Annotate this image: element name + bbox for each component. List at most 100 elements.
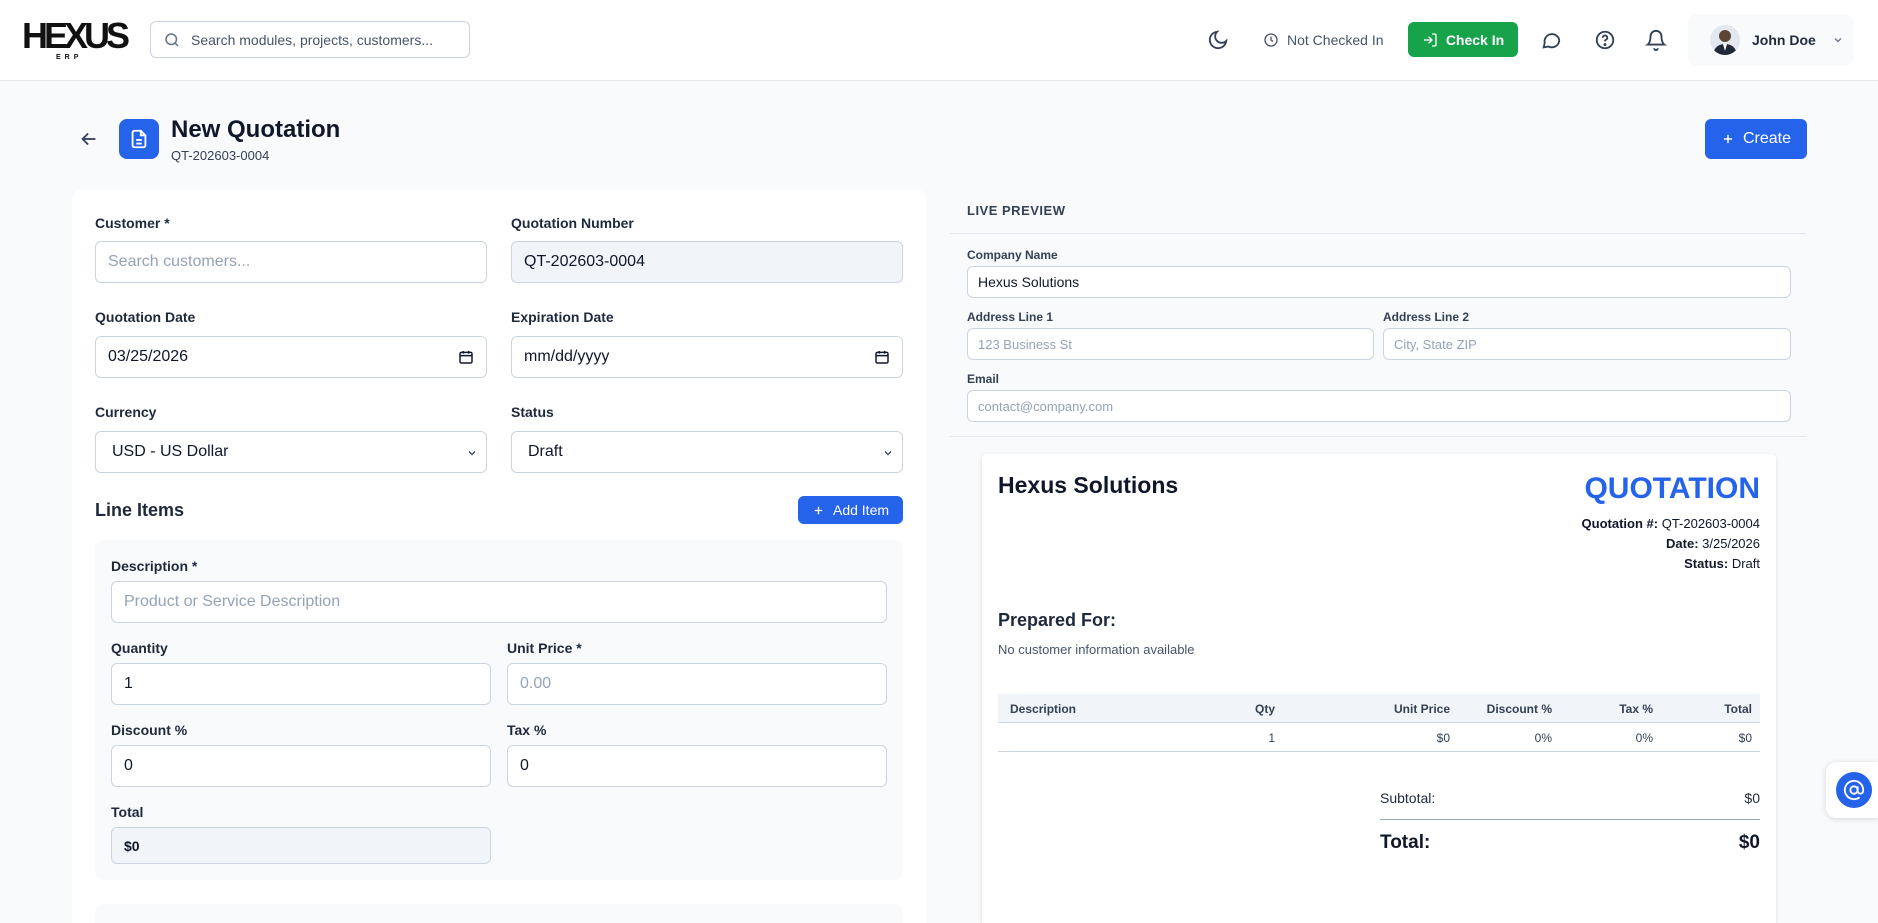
logo-text: HEXUS: [22, 15, 130, 56]
col-total: Total: [1724, 702, 1752, 716]
line-item-card-2: [95, 904, 903, 923]
total-value: $0: [1738, 832, 1760, 853]
check-status-text: Not Checked In: [1287, 32, 1384, 48]
create-label: Create: [1742, 130, 1792, 147]
chevron-down-icon: [884, 451, 892, 456]
quotation-date-label: Quotation Date: [95, 309, 196, 325]
subtotal-value: $0: [1744, 790, 1760, 806]
status-label: Status: [511, 404, 554, 420]
currency-select[interactable]: USD - US Dollar: [95, 431, 487, 473]
cell-total: $0: [1738, 731, 1752, 745]
calendar-icon[interactable]: [458, 349, 474, 365]
calendar-icon[interactable]: [874, 349, 890, 365]
expiration-date-label: Expiration Date: [511, 309, 614, 325]
tax-label: Tax %: [507, 722, 547, 738]
quotation-number-field: QT-202603-0004: [511, 241, 903, 283]
doc-date: Date: 3/25/2026: [1666, 536, 1760, 551]
company-name-label: Company Name: [967, 248, 1058, 262]
email-label: Email: [967, 372, 1000, 386]
add-item-button[interactable]: Add Item: [798, 496, 903, 524]
line-items-title: Line Items: [95, 500, 185, 520]
tax-field[interactable]: 0: [507, 745, 887, 787]
quantity-field[interactable]: 1: [111, 663, 491, 705]
unit-price-field[interactable]: 0.00: [507, 663, 887, 705]
page-subtitle: QT-202603-0004: [171, 148, 270, 163]
add-item-label: Add Item: [832, 502, 890, 518]
quantity-label: Quantity: [111, 640, 168, 656]
status-label: Status:: [1684, 556, 1729, 571]
cell-tax: 0%: [1635, 731, 1653, 745]
chevron-down-icon: [1834, 38, 1842, 43]
email-field[interactable]: contact@company.com: [967, 390, 1791, 422]
top-bar: HEXUS ERP Not Checked In Check In John D…: [0, 0, 1878, 81]
status-select[interactable]: Draft: [511, 431, 903, 473]
line-items-table: Description Qty Unit Price Discount % Ta…: [998, 694, 1760, 752]
total-label: Total: [111, 804, 144, 820]
date-label: Date:: [1666, 536, 1699, 551]
prepared-for-heading: Prepared For:: [998, 610, 1117, 630]
address1-field[interactable]: 123 Business St: [967, 328, 1374, 360]
document-icon: [131, 129, 147, 149]
company-name-field[interactable]: Hexus Solutions: [967, 266, 1791, 298]
login-icon: [1423, 32, 1437, 47]
quotation-date-field[interactable]: 03/25/2026: [95, 336, 487, 378]
logo[interactable]: HEXUS ERP: [22, 15, 130, 62]
quote-number-value: QT-202603-0004: [1661, 516, 1760, 531]
doc-company-name: Hexus Solutions: [998, 472, 1179, 498]
chat-icon[interactable]: [1540, 29, 1562, 51]
col-discount: Discount %: [1486, 702, 1552, 716]
doc-status: Status: Draft: [1684, 556, 1760, 571]
help-icon[interactable]: [1594, 29, 1616, 51]
cell-discount: 0%: [1534, 731, 1552, 745]
customer-search-field[interactable]: Search customers...: [95, 241, 487, 283]
bell-icon[interactable]: [1645, 29, 1667, 51]
address2-field[interactable]: City, State ZIP: [1383, 328, 1791, 360]
unit-price-label: Unit Price *: [507, 640, 582, 656]
chevron-down-icon: [468, 451, 476, 456]
total-label: Total:: [1380, 832, 1431, 853]
col-qty: Qty: [1254, 702, 1275, 716]
quotation-document: Hexus Solutions QUOTATION Quotation #: Q…: [982, 454, 1776, 923]
global-search[interactable]: [150, 21, 470, 58]
quotation-date-value: 03/25/2026: [108, 348, 189, 365]
status-value: Draft: [1731, 556, 1760, 571]
check-in-label: Check In: [1445, 31, 1505, 48]
address1-label: Address Line 1: [967, 310, 1054, 324]
discount-field[interactable]: 0: [111, 745, 491, 787]
quote-number-label: Quotation #:: [1581, 516, 1659, 531]
back-arrow-icon[interactable]: [78, 128, 100, 150]
expiration-date-field[interactable]: mm/dd/yyyy: [511, 336, 903, 378]
avatar: [1710, 25, 1740, 55]
description-field[interactable]: Product or Service Description: [111, 581, 887, 623]
check-in-button[interactable]: Check In: [1408, 22, 1518, 57]
description-label: Description *: [111, 558, 198, 574]
live-preview-panel: LIVE PREVIEW Company Name Hexus Solution…: [950, 190, 1806, 923]
table-row: 1 $0 0% 0% $0: [998, 723, 1760, 752]
col-unit-price: Unit Price: [1393, 702, 1450, 716]
quotation-number-label: Quotation Number: [511, 215, 634, 231]
user-menu[interactable]: John Doe: [1688, 14, 1853, 66]
status-value: Draft: [528, 443, 563, 460]
item-total-field: $0: [111, 827, 491, 864]
date-value: 3/25/2026: [1702, 536, 1760, 551]
search-input[interactable]: [191, 22, 461, 57]
page-title: New Quotation: [171, 116, 341, 143]
floating-contact-button[interactable]: [1826, 762, 1878, 818]
plus-icon: [1723, 134, 1733, 144]
document-badge: [119, 119, 159, 159]
table-header: Description Qty Unit Price Discount % Ta…: [998, 694, 1760, 723]
clock-icon: [1264, 33, 1278, 47]
moon-icon[interactable]: [1207, 29, 1229, 51]
customer-label: Customer *: [95, 215, 170, 231]
discount-label: Discount %: [111, 722, 188, 738]
live-preview-heading: LIVE PREVIEW: [950, 190, 1806, 234]
preview-divider: [950, 436, 1806, 437]
currency-value: USD - US Dollar: [112, 443, 229, 460]
at-sign-icon: [1836, 772, 1872, 808]
check-status: Not Checked In: [1263, 28, 1384, 52]
no-customer-text: No customer information available: [998, 642, 1195, 657]
plus-icon: [814, 506, 823, 514]
logo-subtext: ERP: [56, 54, 83, 61]
cell-qty: 1: [1268, 731, 1275, 745]
create-button[interactable]: Create: [1705, 119, 1807, 159]
